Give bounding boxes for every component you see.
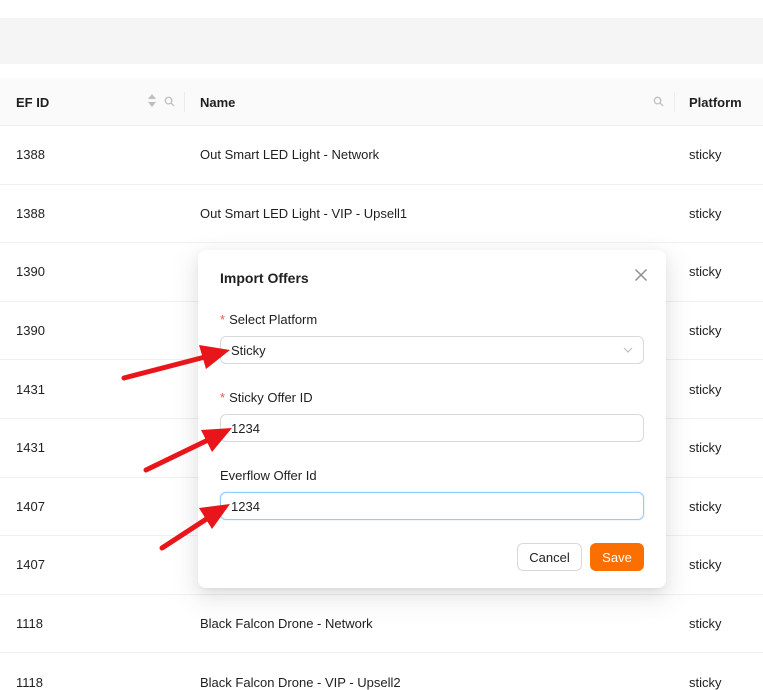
column-header-efid[interactable]: EF ID: [16, 78, 49, 126]
row-name: Out Smart LED Light - VIP - Upsell1: [200, 205, 408, 221]
row-platform: sticky: [689, 323, 722, 339]
table-row[interactable]: 1388 Out Smart LED Light - VIP - Upsell1 s…: [0, 185, 763, 244]
import-offers-modal: Import Offers * Select Platform Sticky * S…: [198, 250, 666, 588]
table-row[interactable]: 1118 Black Falcon Drone - VIP - Upsell2 st…: [0, 653, 763, 690]
required-mark: *: [220, 390, 226, 405]
cancel-button[interactable]: Cancel: [517, 543, 582, 571]
row-platform: sticky: [689, 440, 722, 456]
platform-select-value: Sticky: [231, 342, 266, 358]
close-icon[interactable]: [631, 265, 651, 285]
search-icon[interactable]: [653, 96, 664, 107]
search-icon[interactable]: [164, 96, 175, 107]
chevron-down-icon: [623, 347, 633, 353]
modal-title: Import Offers: [220, 270, 309, 286]
row-platform: sticky: [689, 381, 722, 397]
column-divider: [674, 92, 675, 112]
row-platform: sticky: [689, 616, 722, 632]
row-efid: 1431: [16, 440, 45, 456]
row-efid: 1388: [16, 147, 45, 163]
everflow-offer-id-input[interactable]: 1234: [220, 492, 644, 520]
row-platform: sticky: [689, 674, 722, 690]
row-platform: sticky: [689, 498, 722, 514]
row-efid: 1431: [16, 381, 45, 397]
top-bar: [0, 18, 763, 64]
row-platform: sticky: [689, 205, 722, 221]
row-efid: 1118: [16, 674, 43, 690]
row-efid: 1390: [16, 323, 45, 339]
everflow-offer-id-label: Everflow Offer Id: [220, 468, 317, 483]
sticky-offer-id-label: * Sticky Offer ID: [220, 390, 313, 405]
row-name: Black Falcon Drone - VIP - Upsell2: [200, 674, 401, 690]
platform-label-text: Select Platform: [229, 312, 318, 327]
platform-label: * Select Platform: [220, 312, 317, 327]
row-name: Black Falcon Drone - Network: [200, 616, 373, 632]
save-button[interactable]: Save: [590, 543, 644, 571]
column-header-name[interactable]: Name: [200, 78, 235, 126]
row-efid: 1118: [16, 616, 43, 632]
row-platform: sticky: [689, 557, 722, 573]
table-row[interactable]: 1118 Black Falcon Drone - Network sticky: [0, 595, 763, 654]
platform-select[interactable]: Sticky: [220, 336, 644, 364]
sticky-offer-id-input[interactable]: 1234: [220, 414, 644, 442]
sort-icon[interactable]: [147, 94, 157, 110]
row-platform: sticky: [689, 264, 722, 280]
sticky-offer-id-label-text: Sticky Offer ID: [229, 390, 313, 405]
table-row[interactable]: 1388 Out Smart LED Light - Network sticky: [0, 126, 763, 185]
table-header: EF ID Name Platform: [0, 78, 763, 126]
row-efid: 1388: [16, 205, 45, 221]
column-header-platform[interactable]: Platform: [689, 78, 742, 126]
row-efid: 1390: [16, 264, 45, 280]
row-efid: 1407: [16, 498, 45, 514]
row-name: Out Smart LED Light - Network: [200, 147, 380, 163]
column-divider: [184, 92, 185, 112]
sticky-offer-id-value: 1234: [231, 420, 260, 436]
row-platform: sticky: [689, 147, 722, 163]
required-mark: *: [220, 312, 226, 327]
row-efid: 1407: [16, 557, 45, 573]
everflow-offer-id-value: 1234: [231, 498, 260, 514]
